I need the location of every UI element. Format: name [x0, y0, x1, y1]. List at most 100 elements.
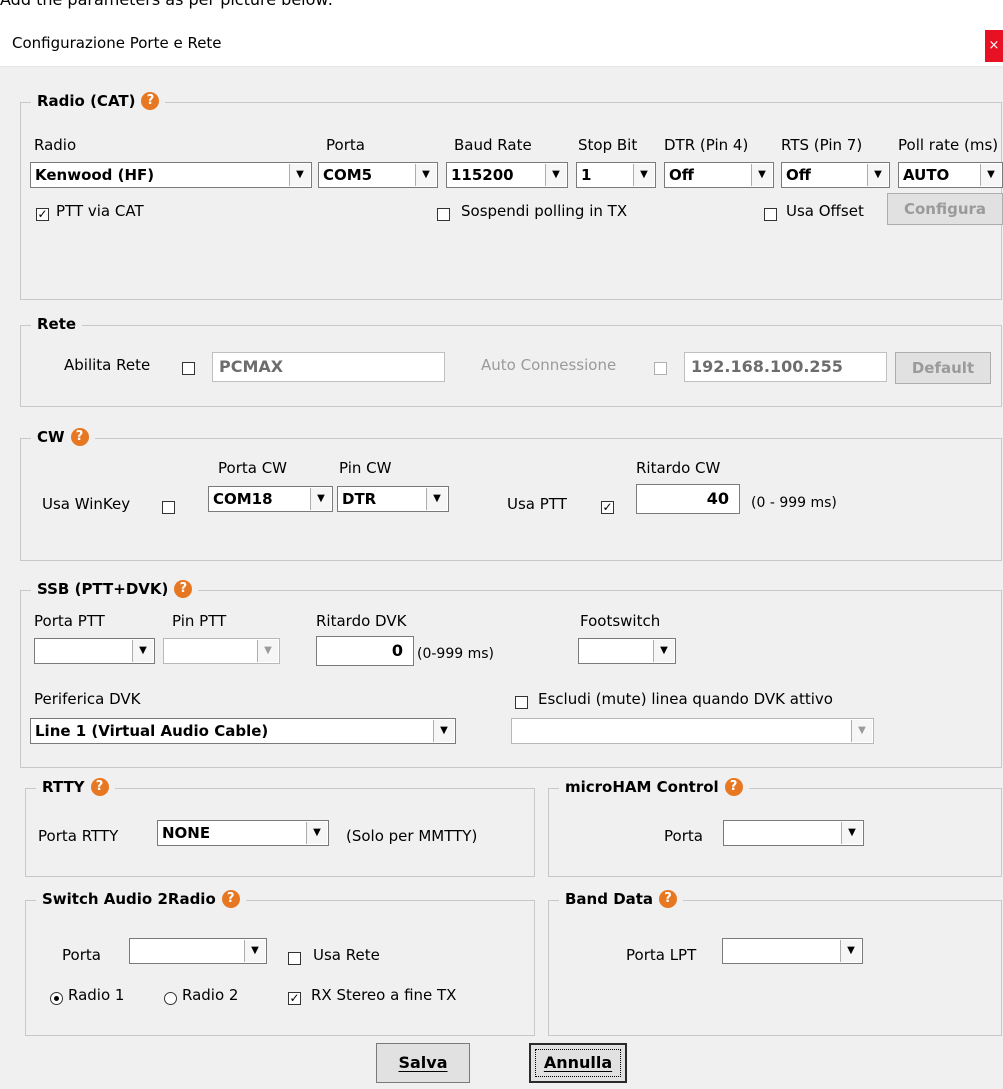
question-mark-icon[interactable]: ?	[141, 92, 160, 110]
radio-2-label: Radio 2	[182, 986, 239, 1004]
usa-ptt-label: Usa PTT	[507, 495, 567, 513]
baud-rate-select[interactable]: 115200 ▼	[446, 162, 568, 188]
poll-rate-select[interactable]: AUTO ▼	[898, 162, 1003, 188]
chevron-down-icon[interactable]: ▼	[132, 640, 153, 662]
auto-connessione-label: Auto Connessione	[481, 356, 617, 374]
auto-connessione-checkbox[interactable]	[654, 362, 667, 375]
chevron-down-icon[interactable]: ▼	[751, 164, 772, 186]
chevron-down-icon[interactable]: ▼	[289, 164, 310, 186]
chevron-down-icon[interactable]: ▼	[310, 488, 331, 510]
annulla-button-label: Annulla	[543, 1053, 613, 1072]
legend-radio-cat-text: Radio (CAT)	[37, 92, 136, 110]
ptt-via-cat-checkbox[interactable]: ✓	[36, 208, 49, 221]
rts-select[interactable]: Off ▼	[781, 162, 890, 188]
usa-ptt-checkbox[interactable]: ✓	[601, 501, 614, 514]
legend-cw-text: CW	[37, 428, 65, 446]
switch-porta-select[interactable]: ▼	[129, 938, 267, 964]
pin-cw-select[interactable]: DTR ▼	[337, 486, 449, 512]
question-mark-icon[interactable]: ?	[70, 428, 89, 446]
caption-text: Add the parameters as per picture below:	[0, 0, 333, 10]
chevron-down-icon[interactable]: ▼	[867, 164, 888, 186]
usa-offset-checkbox[interactable]	[764, 208, 777, 221]
escludi-linea-checkbox[interactable]	[515, 696, 528, 709]
ptt-via-cat-label: PTT via CAT	[56, 202, 144, 220]
ritardo-cw-field[interactable]: 40	[636, 484, 740, 514]
label-baud-rate: Baud Rate	[454, 136, 532, 154]
porta-select[interactable]: COM5 ▼	[318, 162, 438, 188]
footswitch-select[interactable]: ▼	[578, 638, 676, 664]
question-mark-icon[interactable]: ?	[724, 778, 743, 796]
usa-winkey-checkbox[interactable]	[162, 501, 175, 514]
question-mark-icon[interactable]: ?	[659, 890, 678, 908]
question-mark-icon[interactable]: ?	[174, 580, 193, 598]
radio-1-option[interactable]	[50, 992, 63, 1005]
question-mark-icon[interactable]: ?	[221, 890, 240, 908]
rete-name-value: PCMAX	[219, 357, 284, 376]
label-radio: Radio	[34, 136, 77, 154]
porta-ptt-select[interactable]: ▼	[34, 638, 155, 664]
sospendi-polling-checkbox[interactable]	[437, 208, 450, 221]
periferica-dvk-select[interactable]: Line 1 (Virtual Audio Cable) ▼	[30, 718, 456, 744]
rx-stereo-checkbox[interactable]: ✓	[288, 992, 301, 1005]
chevron-down-icon[interactable]: ▼	[840, 940, 861, 962]
salva-button-label: Salva	[398, 1053, 448, 1072]
ip-address-field[interactable]: 192.168.100.255	[684, 352, 887, 382]
porta-cw-select[interactable]: COM18 ▼	[208, 486, 333, 512]
chevron-down-icon[interactable]: ▼	[244, 940, 265, 962]
chevron-down-icon[interactable]: ▼	[653, 640, 674, 662]
pin-cw-label: Pin CW	[339, 459, 392, 477]
microham-porta-select[interactable]: ▼	[723, 820, 864, 846]
chevron-down-icon[interactable]: ▼	[980, 164, 1001, 186]
chevron-down-icon[interactable]: ▼	[415, 164, 436, 186]
porta-rtty-value: NONE	[162, 824, 211, 842]
close-button[interactable]: ×	[985, 30, 1003, 62]
chevron-down-icon[interactable]: ▼	[306, 822, 327, 844]
default-button[interactable]: Default	[895, 352, 991, 384]
dtr-select[interactable]: Off ▼	[664, 162, 774, 188]
stop-bit-select[interactable]: 1 ▼	[576, 162, 656, 188]
porta-lpt-select[interactable]: ▼	[722, 938, 863, 964]
label-rts: RTS (Pin 7)	[781, 136, 863, 154]
footswitch-label: Footswitch	[580, 612, 661, 630]
label-dtr: DTR (Pin 4)	[664, 136, 749, 154]
escludi-linea-select[interactable]: ▼	[511, 718, 874, 744]
usa-rete-label: Usa Rete	[313, 946, 380, 964]
configura-button[interactable]: Configura	[887, 193, 1003, 225]
pin-ptt-select[interactable]: ▼	[163, 638, 280, 664]
config-dialog: Configurazione Porte e Rete × Radio (CAT…	[0, 10, 1003, 1089]
radio-select-value: Kenwood (HF)	[35, 166, 155, 184]
question-mark-icon[interactable]: ?	[90, 778, 109, 796]
chevron-down-icon[interactable]: ▼	[851, 720, 872, 742]
legend-rtty-text: RTTY	[42, 778, 85, 796]
group-switch-audio: Switch Audio 2Radio ?	[25, 890, 535, 1036]
chevron-down-icon[interactable]: ▼	[633, 164, 654, 186]
label-porta: Porta	[326, 136, 365, 154]
chevron-down-icon[interactable]: ▼	[433, 720, 454, 742]
abilita-rete-label: Abilita Rete	[64, 356, 151, 374]
porta-rtty-select[interactable]: NONE ▼	[157, 820, 329, 846]
rx-stereo-label: RX Stereo a fine TX	[311, 986, 457, 1004]
radio-1-label: Radio 1	[68, 986, 125, 1004]
radio-select[interactable]: Kenwood (HF) ▼	[30, 162, 312, 188]
salva-button[interactable]: Salva	[376, 1043, 470, 1083]
legend-rtty: RTTY ?	[36, 778, 115, 796]
group-radio-cat: Radio (CAT) ?	[20, 92, 1002, 300]
annulla-button[interactable]: Annulla	[529, 1043, 627, 1083]
chevron-down-icon[interactable]: ▼	[545, 164, 566, 186]
rete-name-field[interactable]: PCMAX	[212, 352, 445, 382]
chevron-down-icon[interactable]: ▼	[841, 822, 862, 844]
legend-ssb-text: SSB (PTT+DVK)	[37, 580, 169, 598]
legend-microham: microHAM Control ?	[559, 778, 749, 796]
legend-radio-cat: Radio (CAT) ?	[31, 92, 166, 110]
usa-rete-checkbox[interactable]	[288, 952, 301, 965]
porta-cw-value: COM18	[213, 490, 273, 508]
window-title: Configurazione Porte e Rete	[12, 34, 222, 52]
legend-microham-text: microHAM Control	[565, 778, 719, 796]
ritardo-dvk-field[interactable]: 0	[316, 636, 414, 666]
chevron-down-icon[interactable]: ▼	[426, 488, 447, 510]
legend-rete: Rete	[31, 315, 83, 333]
microham-porta-label: Porta	[664, 827, 703, 845]
radio-2-option[interactable]	[164, 992, 177, 1005]
abilita-rete-checkbox[interactable]	[182, 362, 195, 375]
chevron-down-icon[interactable]: ▼	[257, 640, 278, 662]
